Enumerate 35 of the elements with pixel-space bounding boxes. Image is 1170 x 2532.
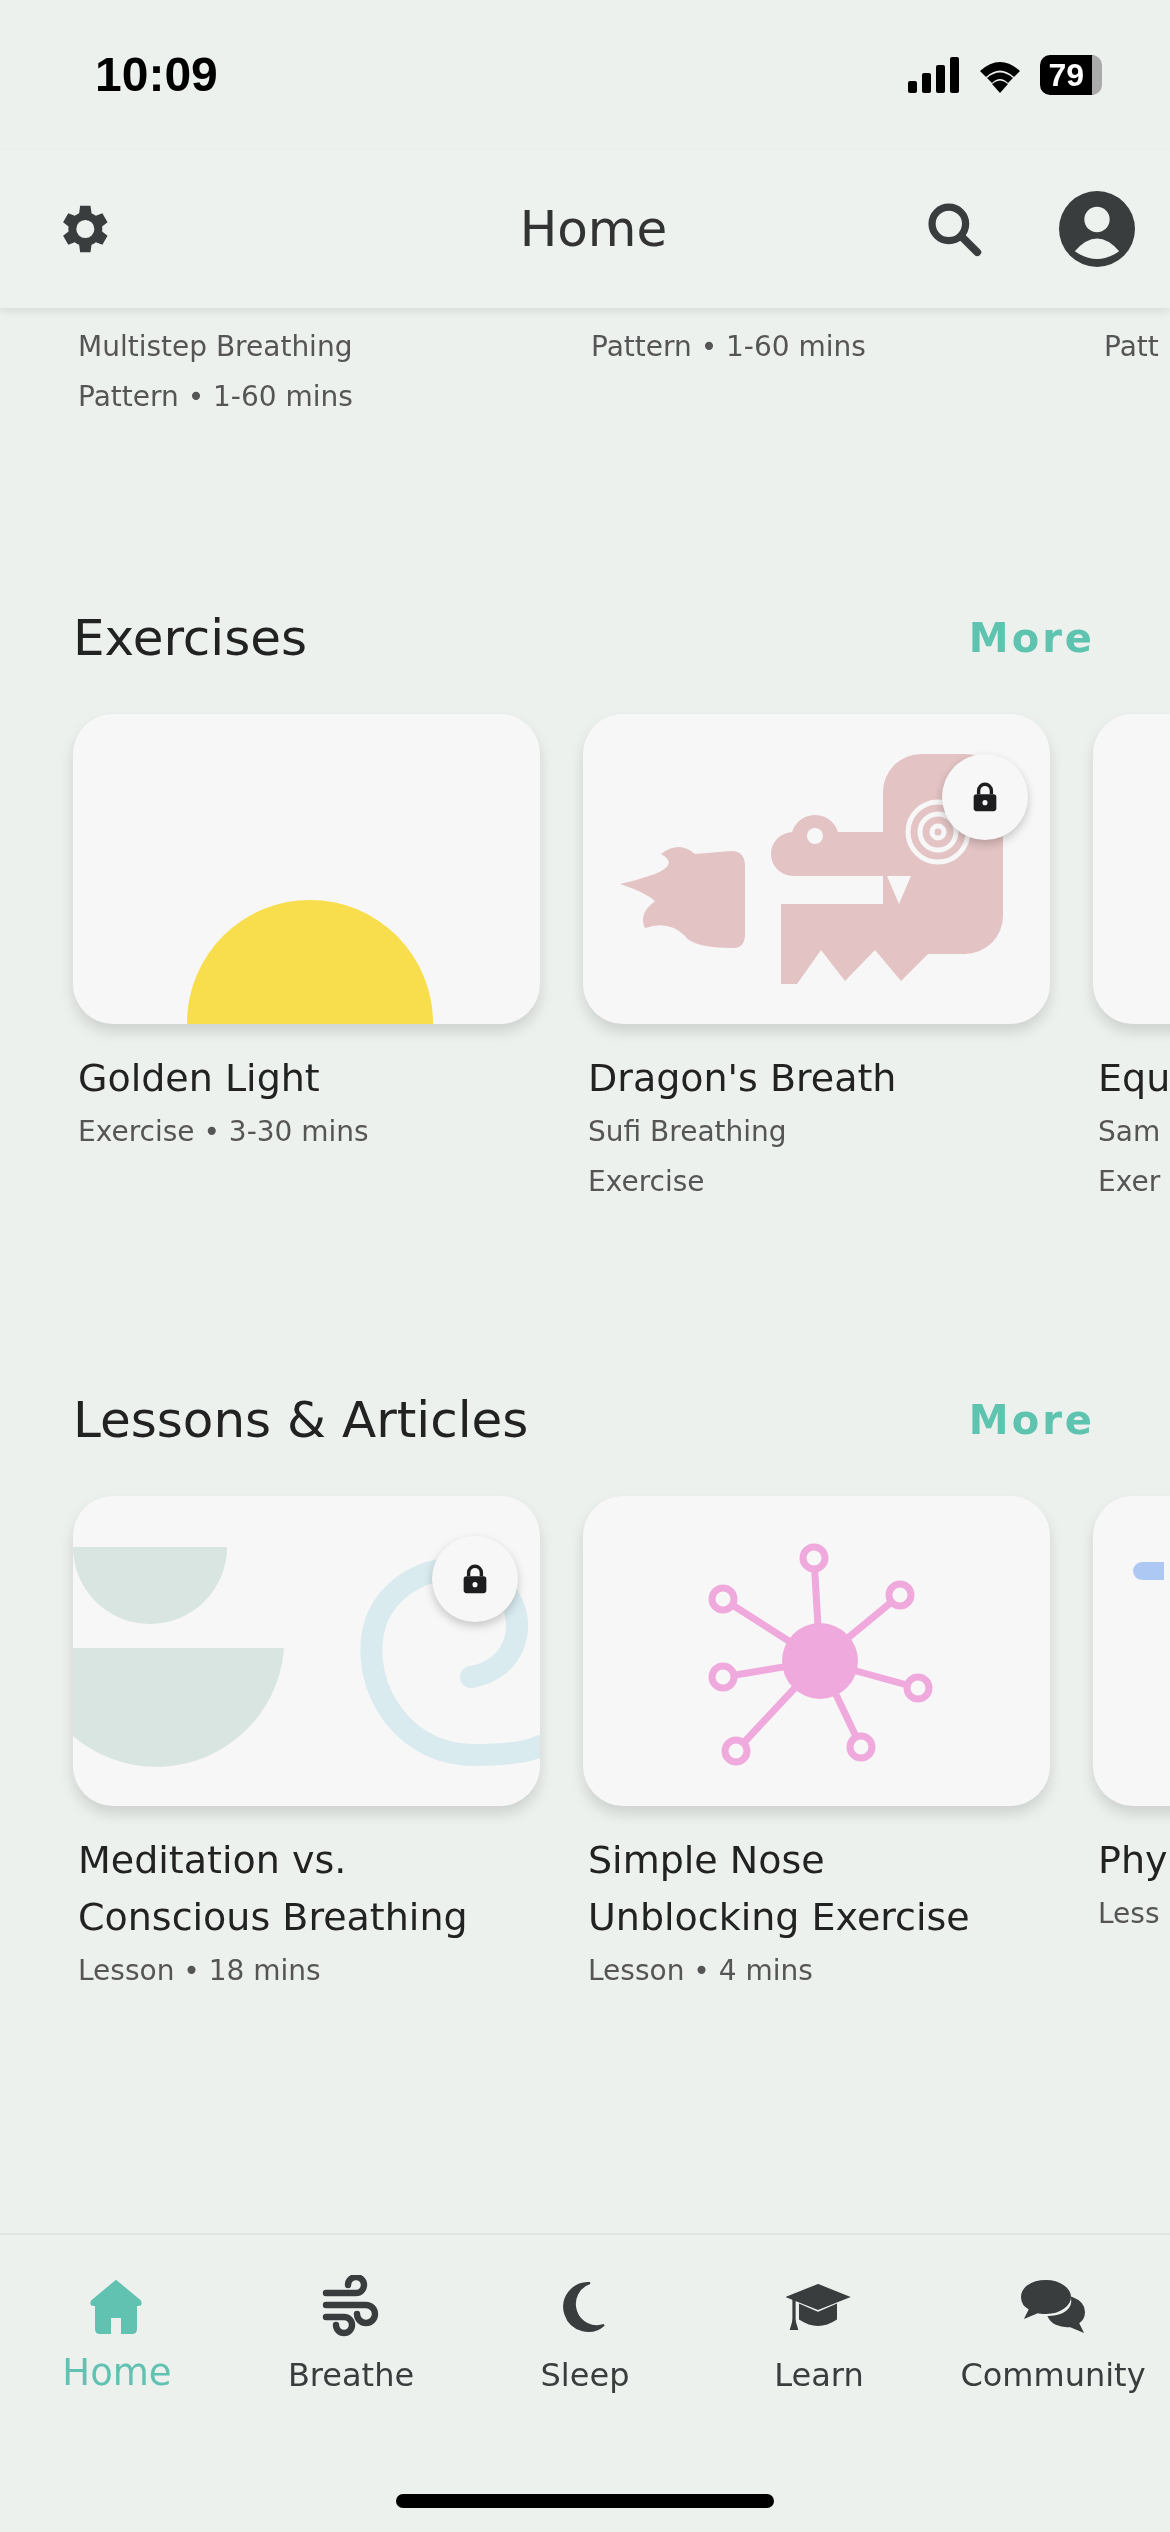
card-title: Simple Nose Unblocking Exercise xyxy=(588,1837,971,1941)
card-title: Phy xyxy=(1098,1837,1169,1884)
pattern-meta: Pattern • 1-60 mins xyxy=(591,329,867,365)
tab-bar-item[interactable]: Sleep xyxy=(468,2275,702,2401)
card-image[interactable] xyxy=(583,1496,1050,1806)
card-image[interactable] xyxy=(73,714,540,1024)
tab-bar-item[interactable]: Learn xyxy=(702,2275,936,2401)
pattern-subtitle: Multistep Breathing xyxy=(78,329,354,365)
card-subtitle: Less xyxy=(1098,1896,1161,1932)
card-subtitle: Lesson • 4 mins xyxy=(588,1953,814,1989)
card-title: Equ xyxy=(1098,1055,1170,1102)
card-subtitle: Exercise • 3-30 mins xyxy=(78,1114,370,1150)
bar-drawing xyxy=(1133,1562,1164,1580)
card-subtitle: Lesson • 18 mins xyxy=(78,1953,322,1989)
profile-button[interactable] xyxy=(1059,191,1135,267)
profile-icon xyxy=(1059,191,1135,267)
card-subtitle: Exer xyxy=(1098,1164,1162,1200)
card-image[interactable] xyxy=(73,1496,540,1806)
section-title: Exercises xyxy=(73,608,308,668)
tab-bar-item[interactable]: Community xyxy=(936,2275,1170,2401)
pattern-meta: Pattern • 1-60 mins xyxy=(78,379,354,415)
card-subtitle: Exercise xyxy=(588,1164,706,1200)
card-title: Meditation vs. Conscious Breathing xyxy=(78,1837,469,1941)
section-title: Lessons & Articles xyxy=(73,1390,529,1450)
battery-indicator: 79 xyxy=(1040,55,1102,95)
page-title: Home xyxy=(519,199,668,259)
card-subtitle: Sufi Breathing xyxy=(588,1114,788,1150)
pattern-meta: Patt xyxy=(1104,329,1160,365)
signal-icon xyxy=(908,57,961,93)
tab-bar-item[interactable]: Breathe xyxy=(234,2275,468,2401)
card-subtitle: Sam xyxy=(1098,1114,1162,1150)
card-image[interactable] xyxy=(583,714,1050,1024)
card-title: Golden Light xyxy=(78,1055,321,1102)
clock-time: 10:09 xyxy=(95,47,218,103)
card-title: Dragon's Breath xyxy=(588,1055,898,1102)
